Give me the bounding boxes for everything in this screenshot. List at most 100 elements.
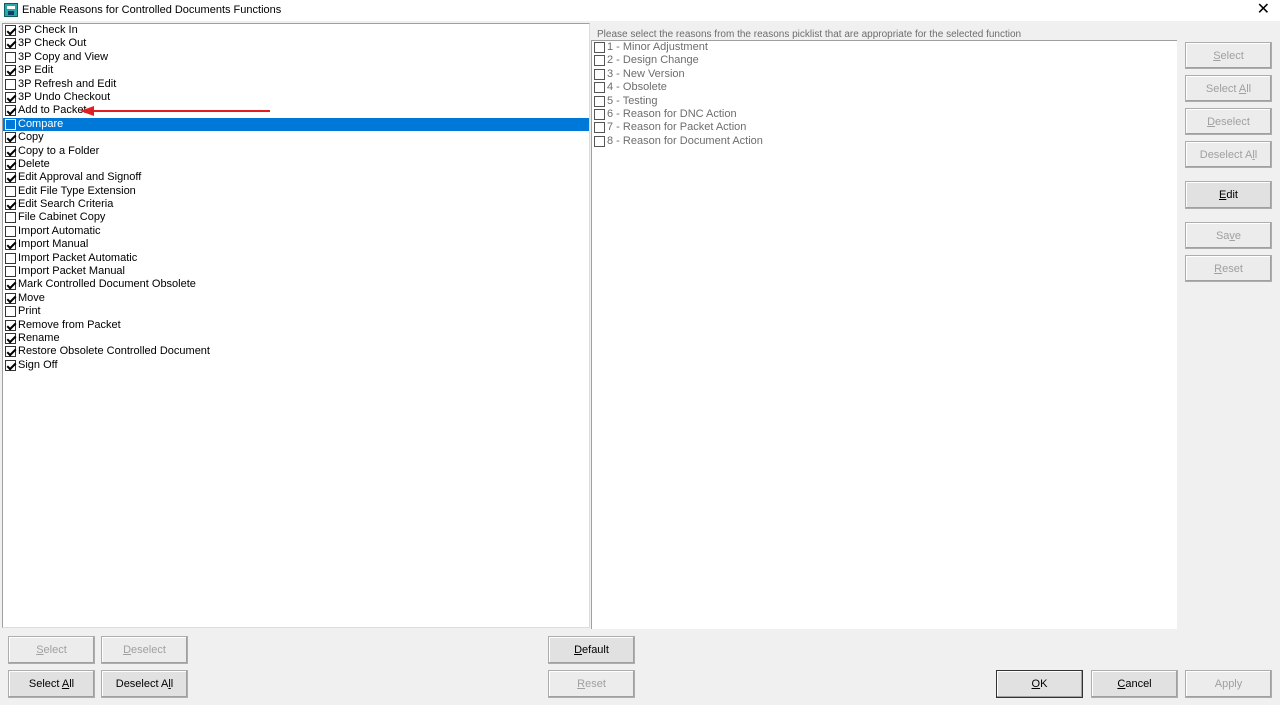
reason-item[interactable]: 4 - Obsolete (592, 81, 1177, 94)
function-checkbox[interactable] (5, 319, 16, 331)
function-checkbox[interactable] (5, 132, 16, 144)
function-label: Move (18, 291, 45, 304)
function-item[interactable]: 3P Check Out (3, 37, 589, 50)
button-label: Select All (1205, 82, 1252, 95)
function-checkbox[interactable] (5, 158, 16, 170)
button-label: Reset (1214, 262, 1243, 275)
button-label: OK (1031, 678, 1048, 690)
reason-item[interactable]: 3 - New Version (592, 68, 1177, 81)
function-checkbox[interactable] (5, 25, 16, 36)
reason-checkbox[interactable] (594, 108, 605, 120)
function-checkbox[interactable] (5, 346, 16, 358)
function-item[interactable]: Sign Off (3, 359, 589, 372)
function-checkbox[interactable] (5, 38, 16, 50)
reason-item[interactable]: 5 - Testing (592, 95, 1177, 108)
reason-item[interactable]: 1 - Minor Adjustment (592, 41, 1177, 54)
reasons-list[interactable]: 1 - Minor Adjustment 2 - Design Change 3 -… (591, 40, 1177, 629)
title-bar: Enable Reasons for Controlled Documents … (0, 0, 1280, 21)
reason-item[interactable]: 8 - Reason for Document Action (592, 135, 1177, 148)
reasons-deselect-button[interactable]: Deselect (1185, 108, 1272, 135)
function-checkbox[interactable] (5, 172, 16, 184)
function-checkbox[interactable] (5, 239, 16, 251)
function-label: Import Packet Manual (18, 265, 125, 278)
functions-select-button[interactable]: Select (8, 636, 95, 664)
reason-checkbox[interactable] (594, 135, 605, 147)
function-item[interactable]: Edit Approval and Signoff (3, 171, 589, 184)
button-label: Select (36, 644, 67, 656)
function-checkbox[interactable] (5, 212, 16, 224)
function-checkbox[interactable] (5, 185, 16, 197)
close-icon[interactable]: ✕ (1257, 1, 1270, 19)
function-checkbox[interactable] (5, 306, 16, 318)
function-item[interactable]: Copy (3, 131, 589, 144)
reason-label: 4 - Obsolete (607, 81, 667, 94)
function-label: Print (18, 305, 41, 318)
reason-item[interactable]: 6 - Reason for DNC Action (592, 108, 1177, 121)
function-item[interactable]: Compare (3, 117, 589, 132)
function-checkbox[interactable] (5, 118, 16, 130)
function-item[interactable]: Mark Controlled Document Obsolete (3, 278, 589, 291)
functions-deselect-button[interactable]: Deselect (101, 636, 188, 664)
function-item[interactable]: Delete (3, 158, 589, 171)
reason-checkbox[interactable] (594, 68, 605, 80)
function-checkbox[interactable] (5, 332, 16, 344)
function-checkbox[interactable] (5, 225, 16, 237)
function-item[interactable]: 3P Check In (3, 24, 589, 37)
cancel-button[interactable]: Cancel (1091, 670, 1178, 698)
save-button[interactable]: Save (1185, 222, 1272, 249)
function-item[interactable]: 3P Copy and View (3, 51, 589, 64)
function-item[interactable]: File Cabinet Copy (3, 211, 589, 224)
function-item[interactable]: 3P Refresh and Edit (3, 78, 589, 91)
function-label: 3P Check Out (18, 37, 87, 50)
reset-button[interactable]: Reset (548, 670, 635, 698)
function-checkbox[interactable] (5, 105, 16, 117)
function-item[interactable]: Rename (3, 332, 589, 345)
reason-label: 7 - Reason for Packet Action (607, 121, 747, 134)
ok-button[interactable]: OK (996, 670, 1083, 698)
functions-deselect-all-button[interactable]: Deselect All (101, 670, 188, 698)
reason-checkbox[interactable] (594, 42, 605, 53)
function-label: Import Automatic (18, 224, 101, 237)
function-item[interactable]: Import Packet Manual (3, 265, 589, 278)
function-item[interactable]: Move (3, 292, 589, 305)
reasons-select-button[interactable]: Select (1185, 42, 1272, 69)
function-checkbox[interactable] (5, 279, 16, 291)
function-checkbox[interactable] (5, 252, 16, 264)
apply-button[interactable]: Apply (1185, 670, 1272, 698)
button-label: Edit (1219, 189, 1238, 201)
reason-checkbox[interactable] (594, 55, 605, 67)
function-item[interactable]: Copy to a Folder (3, 145, 589, 158)
default-button[interactable]: Default (548, 636, 635, 664)
function-item[interactable]: Restore Obsolete Controlled Document (3, 345, 589, 358)
function-checkbox[interactable] (5, 145, 16, 157)
reason-item[interactable]: 7 - Reason for Packet Action (592, 121, 1177, 134)
function-checkbox[interactable] (5, 91, 16, 103)
reason-checkbox[interactable] (594, 122, 605, 134)
annotation-arrow (80, 106, 270, 116)
function-item[interactable]: 3P Edit (3, 64, 589, 77)
function-item[interactable]: Import Manual (3, 238, 589, 251)
function-checkbox[interactable] (5, 199, 16, 211)
function-checkbox[interactable] (5, 65, 16, 77)
reasons-select-all-button[interactable]: Select All (1185, 75, 1272, 102)
function-item[interactable]: Import Automatic (3, 225, 589, 238)
reset-reasons-button[interactable]: Reset (1185, 255, 1272, 282)
function-label: Compare (18, 117, 64, 130)
reason-checkbox[interactable] (594, 82, 605, 94)
function-item[interactable]: Print (3, 305, 589, 318)
reason-checkbox[interactable] (594, 95, 605, 107)
function-checkbox[interactable] (5, 51, 16, 63)
edit-button[interactable]: Edit (1185, 181, 1272, 209)
function-checkbox[interactable] (5, 78, 16, 90)
function-checkbox[interactable] (5, 292, 16, 304)
function-item[interactable]: Import Packet Automatic (3, 252, 589, 265)
function-item[interactable]: Remove from Packet (3, 319, 589, 332)
reason-item[interactable]: 2 - Design Change (592, 54, 1177, 67)
function-item[interactable]: 3P Undo Checkout (3, 91, 589, 104)
function-checkbox[interactable] (5, 266, 16, 278)
function-item[interactable]: Edit Search Criteria (3, 198, 589, 211)
reasons-deselect-all-button[interactable]: Deselect All (1185, 141, 1272, 168)
function-checkbox[interactable] (5, 359, 16, 371)
functions-select-all-button[interactable]: Select All (8, 670, 95, 698)
function-item[interactable]: Edit File Type Extension (3, 185, 589, 198)
